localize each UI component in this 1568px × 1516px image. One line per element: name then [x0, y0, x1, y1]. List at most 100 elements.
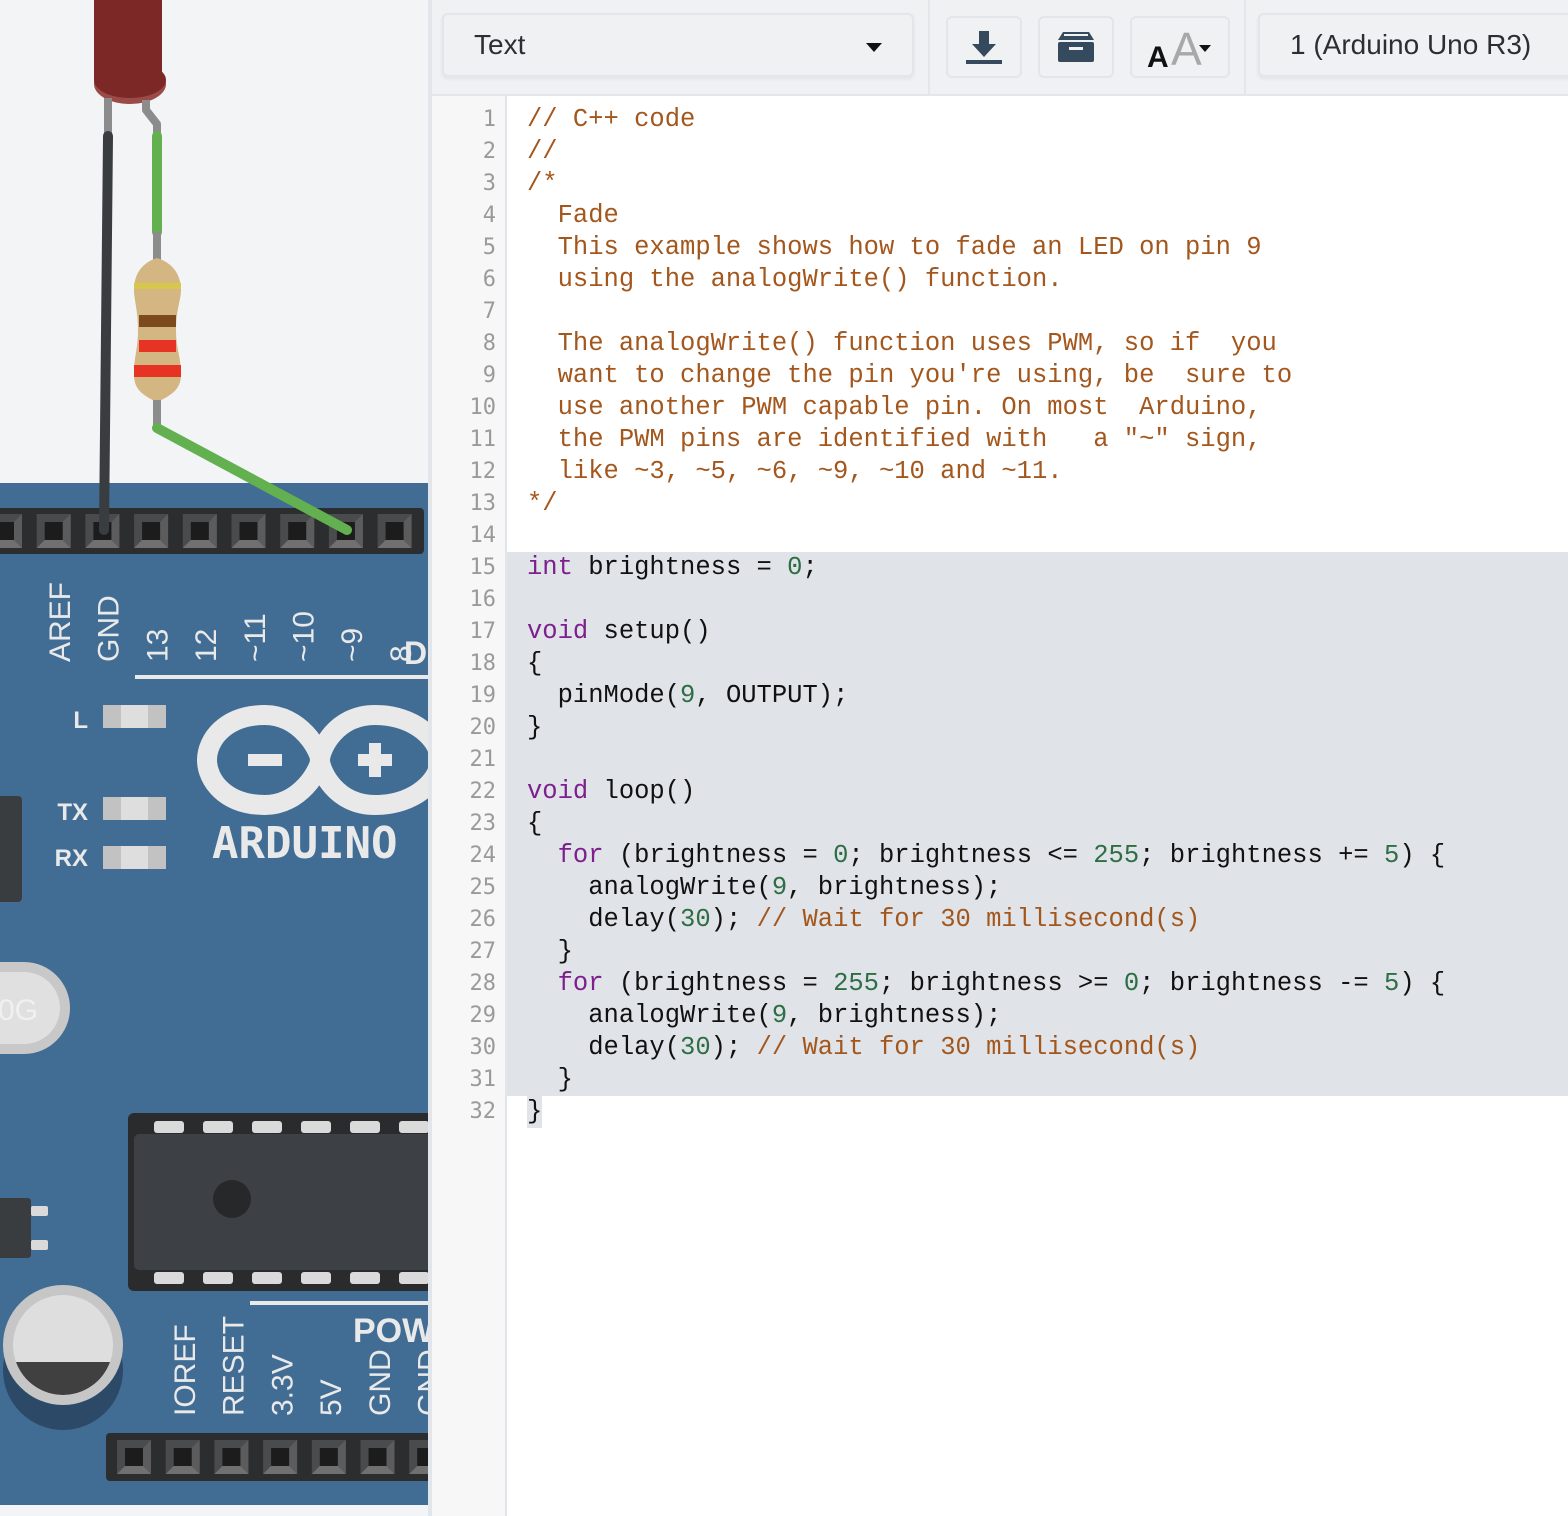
code-line[interactable]: 25 analogWrite(9, brightness);: [470, 872, 1568, 904]
code-line[interactable]: 32}: [470, 1096, 1568, 1128]
resistor-component[interactable]: [134, 232, 181, 428]
chip-pin: [252, 1272, 282, 1284]
line-number: 9: [482, 363, 496, 388]
code-line[interactable]: 15 int brightness = 0;: [470, 552, 1568, 584]
code-mode-value: Text: [474, 29, 526, 60]
code-line[interactable]: 23 {: [470, 808, 1568, 840]
wire-gnd[interactable]: [99, 131, 113, 535]
header-socket[interactable]: [280, 514, 315, 548]
header-socket[interactable]: [263, 1440, 298, 1474]
code-text: void loop(): [527, 777, 696, 806]
code-line[interactable]: 28 for (brightness = 255; brightness >= …: [470, 968, 1568, 1000]
code-mode-dropdown[interactable]: Text: [442, 13, 914, 77]
code-line[interactable]: 5 This example shows how to fade an LED …: [483, 232, 1568, 264]
code-line[interactable]: 16: [470, 584, 1568, 616]
line-number: 18: [469, 651, 497, 676]
code-text: void setup(): [527, 617, 711, 646]
header-socket[interactable]: [36, 514, 71, 548]
component-library-button[interactable]: [1038, 16, 1114, 78]
microcontroller-chip: [128, 1113, 428, 1291]
digital-pin-label: GND: [93, 595, 126, 662]
chip-pin: [252, 1121, 282, 1133]
code-line[interactable]: 2 //: [483, 136, 1568, 168]
circuit-canvas[interactable]: AREF GND 13 12 ~11 ~10 ~9 8 D L TX RX ARDUINO 0…: [0, 0, 428, 1516]
resistor-band-3: [139, 340, 176, 352]
code-text: for (brightness = 0; brightness <= 255; …: [557, 841, 1446, 870]
code-line[interactable]: 10 use another PWM capable pin. On most …: [470, 392, 1568, 424]
chip-pin: [301, 1272, 331, 1284]
line-number: 11: [469, 427, 497, 452]
code-line[interactable]: 3 /*: [483, 168, 1568, 200]
code-line[interactable]: 8 The analogWrite() function uses PWM, s…: [483, 328, 1568, 360]
header-socket[interactable]: [409, 1440, 428, 1474]
code-line[interactable]: 21: [470, 744, 1568, 776]
header-socket[interactable]: [214, 1440, 249, 1474]
line-number: 30: [469, 1035, 497, 1060]
code-line[interactable]: 7: [483, 296, 1568, 328]
code-text: //: [527, 137, 558, 166]
line-number: 6: [482, 267, 496, 292]
header-socket[interactable]: [117, 1440, 151, 1474]
line-number: 24: [469, 843, 497, 868]
digital-pin-label: ~11: [239, 613, 272, 662]
power-pin-label: RESET: [218, 1316, 251, 1416]
code-line[interactable]: 27 }: [470, 936, 1568, 968]
header-socket[interactable]: [0, 514, 22, 548]
device-dropdown[interactable]: 1 (Arduino Uno R3): [1258, 13, 1568, 77]
code-line[interactable]: 4 Fade: [483, 200, 1568, 232]
code-line[interactable]: 30 delay(30); // Wait for 30 millisecond…: [470, 1032, 1568, 1064]
chip-pin: [203, 1272, 233, 1284]
circuit-drawing: AREF GND 13 12 ~11 ~10 ~9 8 D L TX RX ARDUINO 0…: [0, 0, 429, 1505]
code-line[interactable]: 11 the PWM pins are identified with a "~…: [470, 424, 1568, 456]
led-label-l: L: [73, 707, 88, 734]
line-number: 1: [482, 107, 496, 132]
header-socket[interactable]: [377, 514, 412, 548]
code-line[interactable]: 12 like ~3, ~5, ~6, ~9, ~10 and ~11.: [470, 456, 1568, 488]
header-socket[interactable]: [165, 1440, 200, 1474]
code-line[interactable]: 31 }: [470, 1064, 1568, 1096]
code-content[interactable]: 1// C++ code 2 //3/* 4 Fade 5 This example s…: [470, 104, 1568, 1128]
led-label-rx: RX: [55, 845, 88, 872]
code-text: {: [527, 809, 543, 838]
line-number: 22: [469, 779, 497, 804]
line-number: 23: [469, 811, 497, 836]
code-line[interactable]: 19 pinMode(9, OUTPUT);: [470, 680, 1568, 712]
line-number: 28: [469, 971, 497, 996]
line-number: 3: [482, 171, 496, 196]
font-size-button[interactable]: A A: [1130, 16, 1230, 78]
code-line[interactable]: 17 void setup(): [470, 616, 1568, 648]
code-text: }: [527, 1096, 543, 1128]
header-socket[interactable]: [182, 514, 217, 548]
code-editor[interactable]: 1// C++ code 2 //3/* 4 Fade 5 This example s…: [432, 96, 1568, 1516]
line-number: 2: [482, 139, 496, 164]
power-pin-label: 5V: [315, 1379, 348, 1416]
code-line[interactable]: 14: [470, 520, 1568, 552]
code-line[interactable]: 6 using the analogWrite() function.: [483, 264, 1568, 296]
code-line[interactable]: 1 // C++ code: [483, 104, 1568, 136]
line-number: 20: [469, 715, 497, 740]
code-line[interactable]: 24 for (brightness = 0; brightness <= 25…: [470, 840, 1568, 872]
code-line[interactable]: 29 analogWrite(9, brightness);: [470, 1000, 1568, 1032]
led-component[interactable]: [94, 0, 166, 138]
header-socket[interactable]: [311, 1440, 346, 1474]
code-line[interactable]: 22 void loop(): [470, 776, 1568, 808]
power-pin-label: GND: [413, 1349, 429, 1416]
resistor-band-2: [139, 315, 176, 327]
download-code-button[interactable]: [946, 16, 1022, 78]
code-line[interactable]: 13 */: [470, 488, 1568, 520]
header-socket[interactable]: [134, 514, 169, 548]
logo-minus-icon: [248, 754, 282, 766]
header-socket[interactable]: [360, 1440, 395, 1474]
code-text: int brightness = 0;: [527, 553, 818, 582]
code-line[interactable]: 18 {: [470, 648, 1568, 680]
code-text: use another PWM capable pin. On most Ard…: [527, 393, 1262, 422]
header-socket[interactable]: [231, 514, 266, 548]
chip-pin: [154, 1121, 184, 1133]
digital-pin-label: AREF: [44, 582, 77, 662]
code-line[interactable]: 9 want to change the pin you're using, b…: [483, 360, 1568, 392]
code-text: analogWrite(9, brightness);: [527, 1001, 1002, 1030]
line-number: 4: [482, 203, 496, 228]
chip-pin: [203, 1121, 233, 1133]
code-line[interactable]: 20}: [470, 712, 1568, 744]
code-line[interactable]: 26 delay(30); // Wait for 30 millisecond…: [470, 904, 1568, 936]
